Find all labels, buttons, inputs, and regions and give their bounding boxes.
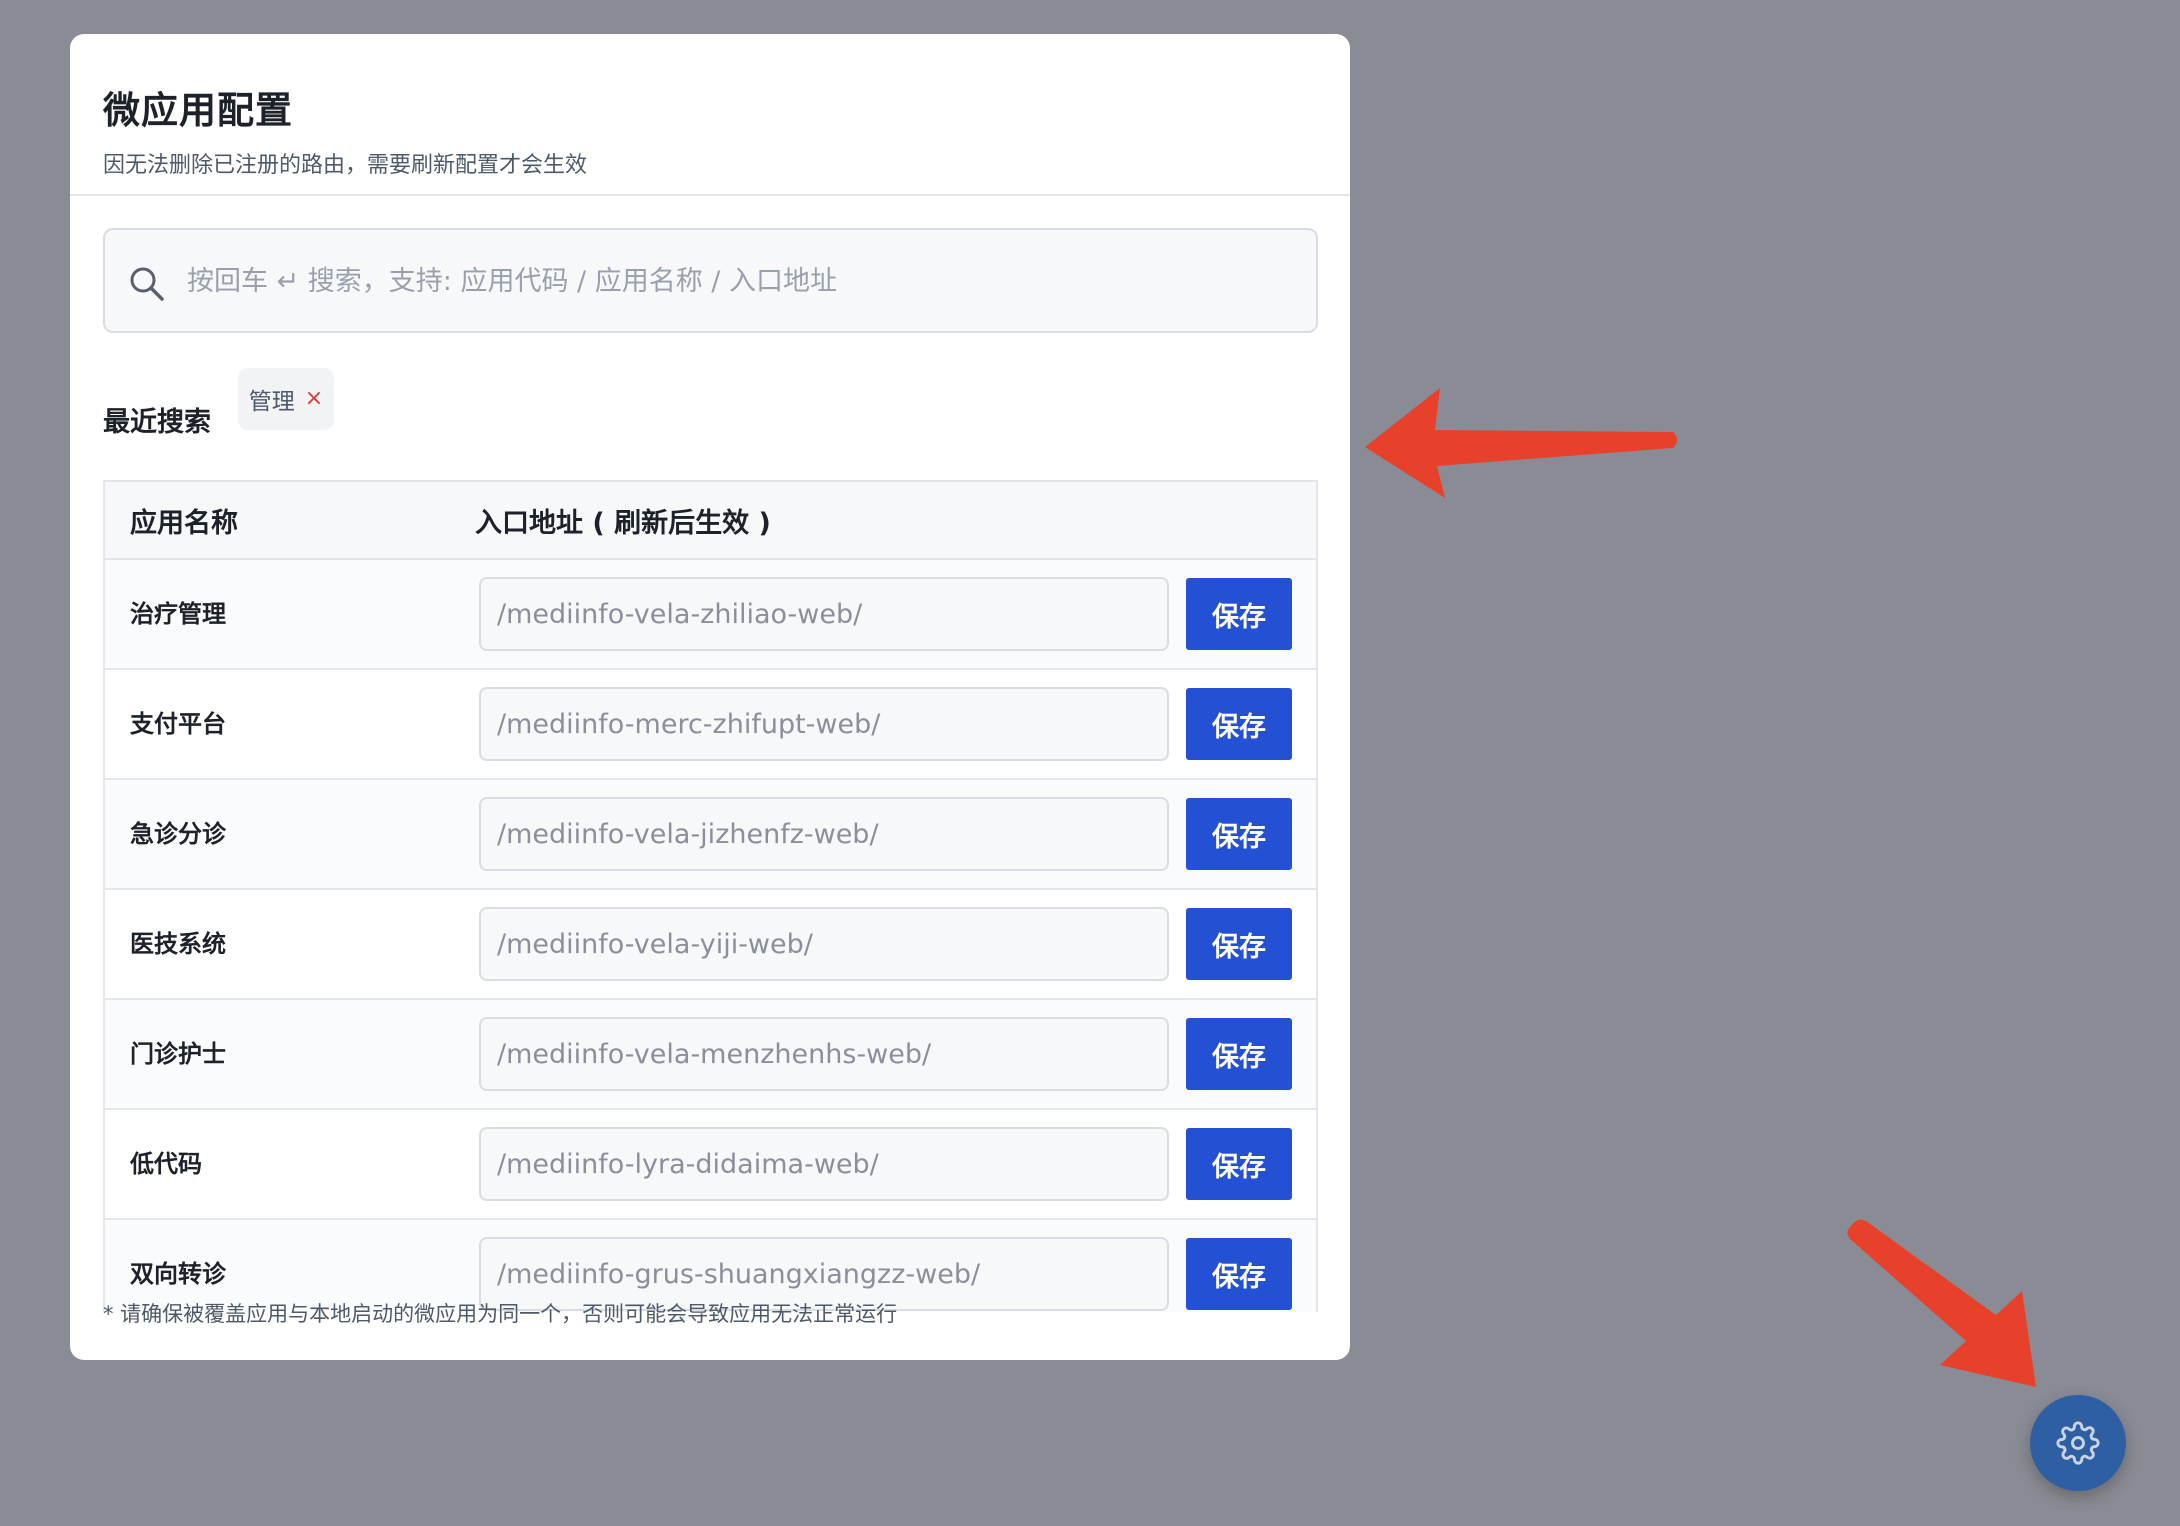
annotation-arrow-down-right xyxy=(1847,1219,2036,1387)
micro-app-config-panel: 微应用配置 因无法删除已注册的路由，需要刷新配置才会生效 最近搜索 管理 × 应… xyxy=(70,34,1350,1360)
save-button[interactable]: 保存 xyxy=(1186,578,1292,650)
save-button[interactable]: 保存 xyxy=(1186,908,1292,980)
save-button[interactable]: 保存 xyxy=(1186,798,1292,870)
search-box[interactable] xyxy=(103,228,1318,333)
save-button[interactable]: 保存 xyxy=(1186,1018,1292,1090)
table-row: 低代码 保存 xyxy=(105,1110,1316,1220)
entry-url-input[interactable] xyxy=(479,797,1169,871)
search-icon xyxy=(130,267,164,301)
column-header-entry-url: 入口地址 ( 刷新后生效 ) xyxy=(475,507,771,539)
table-row: 门诊护士 保存 xyxy=(105,1000,1316,1110)
tag-close-icon[interactable]: × xyxy=(305,388,323,410)
save-button[interactable]: 保存 xyxy=(1186,1238,1292,1310)
app-name-cell: 医技系统 xyxy=(130,930,226,958)
panel-title: 微应用配置 xyxy=(103,89,293,132)
column-header-app-name: 应用名称 xyxy=(130,507,238,539)
save-button[interactable]: 保存 xyxy=(1186,1128,1292,1200)
app-name-cell: 支付平台 xyxy=(130,710,226,738)
recent-search-tag-label: 管理 xyxy=(248,389,295,415)
recent-search-tag[interactable]: 管理 × xyxy=(238,368,334,430)
annotation-arrow-left xyxy=(1365,388,1677,498)
recent-search-label: 最近搜索 xyxy=(103,407,211,438)
entry-url-input[interactable] xyxy=(479,907,1169,981)
table-row: 支付平台 保存 xyxy=(105,670,1316,780)
table-row: 医技系统 保存 xyxy=(105,890,1316,1000)
save-button[interactable]: 保存 xyxy=(1186,688,1292,760)
entry-url-input[interactable] xyxy=(479,577,1169,651)
table-row: 急诊分诊 保存 xyxy=(105,780,1316,890)
header-divider xyxy=(70,194,1350,196)
app-name-cell: 急诊分诊 xyxy=(130,820,226,848)
panel-subtitle: 因无法删除已注册的路由，需要刷新配置才会生效 xyxy=(103,153,588,178)
app-name-cell: 治疗管理 xyxy=(130,600,226,628)
gear-icon xyxy=(2056,1421,2100,1465)
table-body[interactable]: 治疗管理 保存 支付平台 保存 急诊分诊 保存 医技系统 保存 门诊护士 xyxy=(105,560,1316,1312)
table-row: 治疗管理 保存 xyxy=(105,560,1316,670)
footnote: * 请确保被覆盖应用与本地启动的微应用为同一个，否则可能会导致应用无法正常运行 xyxy=(103,1302,898,1326)
table-header: 应用名称 入口地址 ( 刷新后生效 ) xyxy=(105,482,1316,560)
entry-url-input[interactable] xyxy=(479,687,1169,761)
micro-app-table: 应用名称 入口地址 ( 刷新后生效 ) 治疗管理 保存 支付平台 保存 急诊分诊… xyxy=(103,480,1318,1312)
entry-url-input[interactable] xyxy=(479,1127,1169,1201)
app-name-cell: 门诊护士 xyxy=(130,1040,226,1068)
settings-fab-button[interactable] xyxy=(2030,1395,2126,1491)
app-name-cell: 低代码 xyxy=(130,1150,202,1178)
entry-url-input[interactable] xyxy=(479,1017,1169,1091)
search-input[interactable] xyxy=(185,232,1296,331)
